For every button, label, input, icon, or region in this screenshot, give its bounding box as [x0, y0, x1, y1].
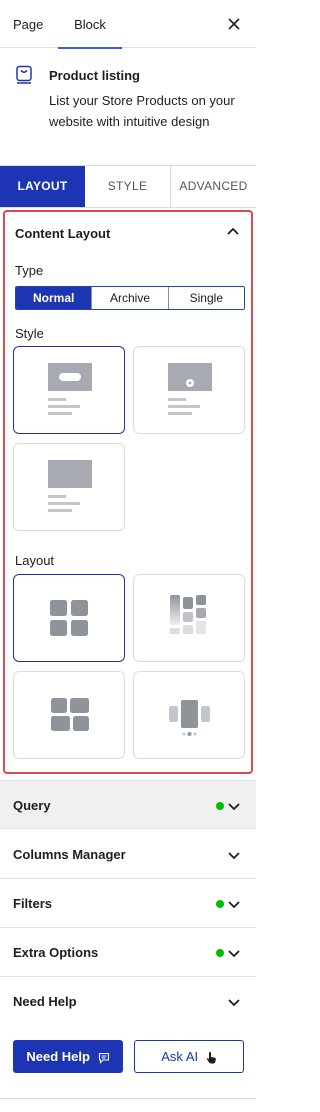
layout-label: Layout: [15, 553, 55, 568]
chevron-down-icon: [228, 852, 240, 860]
style-option-3[interactable]: [13, 443, 125, 531]
chevron-down-icon: [228, 999, 240, 1007]
chat-icon: [98, 1052, 109, 1064]
type-option-archive[interactable]: Archive: [92, 287, 169, 309]
block-title: Product listing: [49, 68, 140, 83]
divider: [0, 1098, 256, 1099]
style-option-2[interactable]: [133, 346, 245, 434]
need-help-button[interactable]: Need Help: [13, 1040, 123, 1073]
inspector-tabs: LAYOUT STYLE ADVANCED: [0, 165, 256, 208]
tab-style[interactable]: STYLE: [85, 166, 171, 207]
ask-ai-button-label: Ask AI: [161, 1049, 199, 1064]
style-preview-image-plain-icon: [48, 460, 92, 512]
extra-options-label: Extra Options: [13, 945, 99, 960]
layout-option-masonry[interactable]: [133, 574, 245, 662]
accordion-filters[interactable]: Filters: [0, 879, 256, 928]
chevron-down-icon: [228, 803, 240, 811]
content-layout-title[interactable]: Content Layout: [15, 226, 110, 241]
ask-ai-button[interactable]: Ask AI: [134, 1040, 244, 1073]
block-description: List your Store Products on your website…: [49, 93, 235, 129]
sidebar-header-tabs: Page Block: [0, 0, 256, 49]
style-option-1[interactable]: [13, 346, 125, 434]
style-preview-image-button-icon: [48, 363, 92, 415]
accordion-columns-manager[interactable]: Columns Manager: [0, 830, 256, 879]
chevron-down-icon: [228, 901, 240, 909]
tab-advanced[interactable]: ADVANCED: [171, 166, 256, 207]
chevron-down-icon: [228, 950, 240, 958]
tiles-layout-icon: [51, 698, 89, 731]
type-option-normal[interactable]: Normal: [16, 287, 93, 309]
type-label: Type: [15, 263, 44, 278]
filters-label: Filters: [13, 896, 53, 911]
need-help-label: Need Help: [13, 994, 77, 1009]
content-layout-panel: Content Layout Type Normal Archive Singl…: [3, 210, 253, 774]
pointer-hand-icon: [206, 1052, 216, 1064]
tab-layout[interactable]: LAYOUT: [0, 166, 85, 207]
layout-option-grid[interactable]: [13, 574, 125, 662]
type-segmented-control: Normal Archive Single: [15, 286, 245, 310]
block-card: Product listing List your Store Products…: [0, 48, 256, 165]
accordion-extra-options[interactable]: Extra Options: [0, 928, 256, 977]
need-help-button-label: Need Help: [26, 1049, 90, 1064]
layout-option-tiles[interactable]: [13, 671, 125, 759]
close-icon[interactable]: [224, 14, 244, 34]
layout-option-slider[interactable]: [133, 671, 245, 759]
accordion-need-help[interactable]: Need Help: [0, 977, 256, 1026]
accordion-query[interactable]: Query: [0, 780, 256, 829]
store-listing-icon: [16, 65, 32, 84]
style-preview-image-dot-icon: [168, 363, 212, 415]
style-label: Style: [15, 326, 44, 341]
query-label: Query: [13, 798, 51, 813]
tab-block[interactable]: Block: [58, 0, 122, 49]
masonry-layout-icon: [170, 595, 206, 634]
status-dot: [216, 900, 224, 908]
slider-layout-icon: [169, 700, 210, 736]
columns-manager-label: Columns Manager: [13, 847, 126, 862]
chevron-up-icon[interactable]: [223, 222, 243, 242]
status-dot: [216, 949, 224, 957]
tab-page[interactable]: Page: [13, 0, 43, 48]
status-dot: [216, 802, 224, 810]
grid-layout-icon: [50, 600, 88, 636]
type-option-single[interactable]: Single: [168, 287, 244, 309]
